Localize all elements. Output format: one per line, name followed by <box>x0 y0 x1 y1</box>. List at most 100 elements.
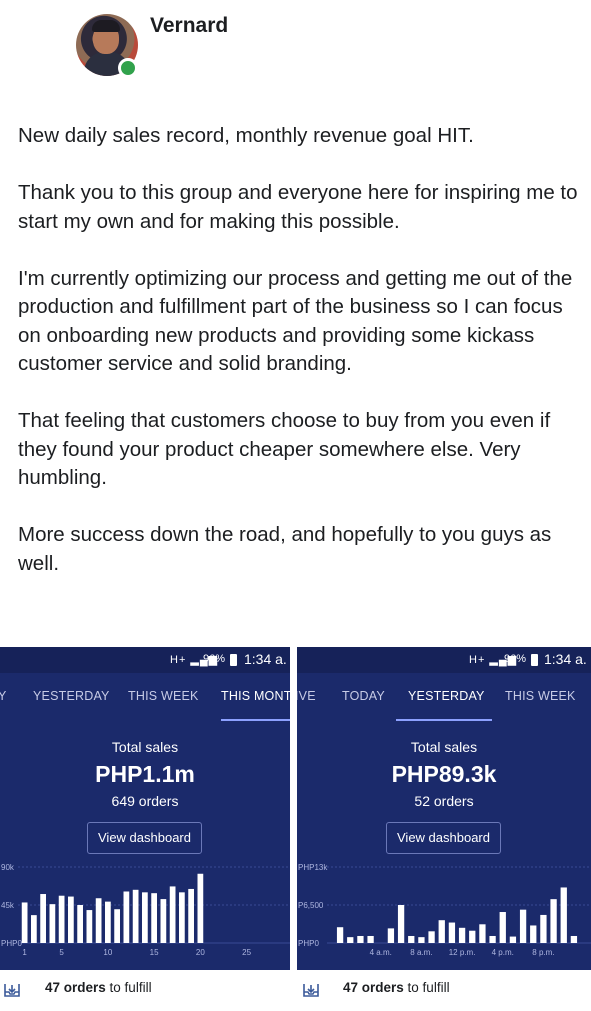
post-header: Vernard <box>0 0 591 100</box>
post-paragraph: More success down the road, and hopefull… <box>18 523 552 575</box>
tab-yesterday[interactable]: YESTERDAY <box>33 689 110 703</box>
tab-yesterday[interactable]: YESTERDAY <box>408 689 485 703</box>
tab-this-week[interactable]: THIS WEEK <box>505 689 576 703</box>
bar <box>179 892 185 943</box>
fulfill-count: 47 orders <box>343 980 404 995</box>
post-paragraph: I'm currently optimizing our process and… <box>18 266 573 376</box>
bar <box>499 912 506 943</box>
bar <box>458 927 466 943</box>
bar <box>418 937 425 943</box>
hourly-sales-chart: PHP13k P6,500 PHP0 4 a.m. 8 a.m. 12 p.m. 4 p.m… <box>297 855 591 970</box>
y-tick-label: PHP0 <box>298 939 319 948</box>
bar <box>357 935 364 943</box>
battery-percent: 96% <box>504 653 527 665</box>
bar <box>570 935 578 943</box>
bar <box>58 895 65 943</box>
bar <box>469 930 476 943</box>
total-sales-label: Total sales <box>410 739 478 755</box>
bar <box>95 898 102 943</box>
attached-screenshots[interactable]: H+ ▂▄▆ 96% 1:34 a. Y YESTERDAY THIS WEEK… <box>0 647 591 1011</box>
online-status-icon <box>118 58 138 78</box>
y-tick-label: 90k <box>1 863 15 872</box>
screenshot-this-month[interactable]: H+ ▂▄▆ 96% 1:34 a. Y YESTERDAY THIS WEEK… <box>0 647 290 970</box>
total-sales-value: PHP1.1m <box>95 761 195 787</box>
period-tabs: Y YESTERDAY THIS WEEK THIS MONTH <box>0 673 290 721</box>
bar <box>40 894 46 943</box>
orders-count: 52 orders <box>414 793 474 809</box>
tab-this-month[interactable]: THIS MONTH <box>221 689 290 703</box>
x-tick-label: 4 a.m. <box>370 948 392 957</box>
tab-yesterday-partial[interactable]: Y <box>0 689 7 703</box>
bar <box>151 893 157 943</box>
inbox-download-icon <box>303 984 319 997</box>
bar <box>489 935 496 943</box>
status-time: 1:34 a. <box>544 651 587 667</box>
fulfill-text: to fulfill <box>105 980 152 995</box>
post-paragraph: Thank you to this group and everyone her… <box>18 181 578 233</box>
bar <box>86 910 93 943</box>
post-text: New daily sales record, monthly revenue … <box>18 122 578 607</box>
x-tick-label: 8 a.m. <box>410 948 432 957</box>
bar <box>550 899 557 943</box>
inbox-download-icon <box>4 984 20 997</box>
total-sales-value: PHP89.3k <box>391 761 497 787</box>
screenshot-divider <box>290 647 297 1011</box>
orders-to-fulfill[interactable]: 47 orders to fulfill <box>45 980 152 1010</box>
monthly-sales-chart: 90k 45k PHP0 1 5 10 15 20 25 <box>0 855 290 970</box>
status-bar: H+ ▂▄▆ 96% 1:34 a. <box>297 647 591 673</box>
bar <box>519 909 527 943</box>
y-tick-label: 45k <box>1 901 15 910</box>
bar <box>448 922 456 943</box>
author-name[interactable]: Vernard <box>150 14 228 38</box>
x-tick-label: 1 <box>22 948 27 957</box>
bar <box>397 905 405 943</box>
hourly-sales-chart-svg: PHP13k P6,500 PHP0 4 a.m. 8 a.m. 12 p.m. 4 p.m… <box>298 863 591 957</box>
bar <box>169 886 176 943</box>
bar <box>530 925 537 943</box>
x-tick-label: 10 <box>103 948 112 957</box>
period-tabs: IVE TODAY YESTERDAY THIS WEEK <box>297 673 591 721</box>
x-tick-label: 15 <box>150 948 159 957</box>
tab-live-partial[interactable]: IVE <box>297 689 316 703</box>
bar <box>49 904 56 943</box>
bar <box>132 889 139 943</box>
y-tick-label: PHP13k <box>298 863 328 872</box>
bar <box>123 891 130 943</box>
total-sales-label: Total sales <box>111 739 179 755</box>
bar <box>77 905 83 943</box>
view-dashboard-button[interactable]: View dashboard <box>386 822 501 854</box>
bar <box>105 901 111 943</box>
bar <box>142 892 148 943</box>
x-tick-label: 5 <box>59 948 64 957</box>
battery-icon <box>531 654 538 666</box>
x-tick-label: 25 <box>242 948 251 957</box>
y-tick-label: PHP0 <box>1 939 22 948</box>
bar <box>540 914 547 943</box>
bar <box>387 928 395 943</box>
bar <box>31 915 37 943</box>
fulfill-count: 47 orders <box>45 980 106 995</box>
battery-percent: 96% <box>203 653 226 665</box>
orders-to-fulfill[interactable]: 47 orders to fulfill <box>343 980 450 1010</box>
bar <box>188 888 194 943</box>
bar <box>438 920 445 943</box>
monthly-sales-chart-svg: 90k45kPHP01 5 10 15 20 25 <box>1 863 290 957</box>
bar <box>560 887 567 943</box>
screenshot-yesterday[interactable]: H+ ▂▄▆ 96% 1:34 a. IVE TODAY YESTERDAY T… <box>297 647 591 970</box>
x-tick-label: 12 p.m. <box>449 948 476 957</box>
x-tick-label: 20 <box>196 948 205 957</box>
bar <box>509 936 517 943</box>
bar <box>408 935 415 943</box>
post-paragraph: New daily sales record, monthly revenue … <box>18 124 474 147</box>
tab-this-week[interactable]: THIS WEEK <box>128 689 199 703</box>
tab-today[interactable]: TODAY <box>342 689 385 703</box>
avatar-hair <box>92 20 120 32</box>
bar <box>347 937 354 943</box>
y-tick-label: P6,500 <box>298 901 324 910</box>
bar <box>479 924 486 943</box>
x-tick-label: 4 p.m. <box>492 948 514 957</box>
bar <box>21 902 28 943</box>
bar <box>197 873 204 943</box>
orders-count: 649 orders <box>111 793 179 809</box>
view-dashboard-button[interactable]: View dashboard <box>87 822 202 854</box>
